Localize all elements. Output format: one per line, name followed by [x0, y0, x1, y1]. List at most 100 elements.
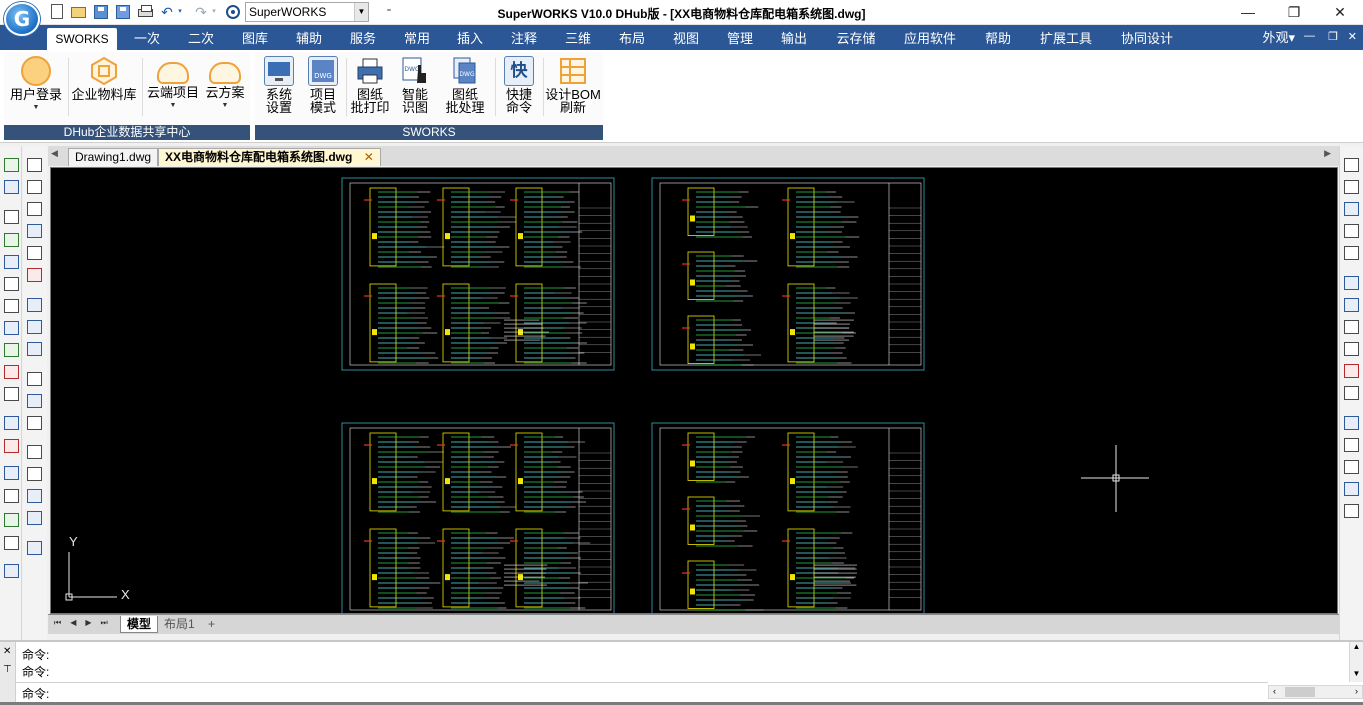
system-settings-button[interactable]: 系统 设置 [259, 56, 299, 114]
tool-icon[interactable] [4, 536, 19, 550]
tab-guanli[interactable]: 管理 [719, 28, 761, 50]
add-layout-button[interactable]: + [202, 616, 221, 633]
close-button[interactable]: ✕ [1317, 0, 1363, 25]
layout-tab-model[interactable]: 模型 [120, 616, 159, 633]
tool-icon[interactable] [4, 439, 19, 453]
chevron-down-icon[interactable]: ▼ [1350, 669, 1363, 678]
ribbon-close-icon[interactable]: ✕ [1348, 30, 1357, 43]
pin-icon[interactable]: ⊤ [3, 664, 12, 675]
doc-tab-drawing1[interactable]: Drawing1.dwg [68, 148, 159, 166]
tab-app-software[interactable]: 应用软件 [898, 28, 962, 50]
open-folder-icon[interactable] [69, 3, 87, 21]
user-login-button[interactable]: 用户登录 ▼ [6, 56, 66, 114]
batch-process-button[interactable]: DWG 图纸 批处理 [439, 56, 491, 114]
redo-icon[interactable]: ↷ [192, 3, 210, 21]
print-icon[interactable] [136, 3, 154, 21]
tab-extension-tools[interactable]: 扩展工具 [1034, 28, 1098, 50]
tool-icon[interactable] [27, 298, 42, 312]
tab-shitu[interactable]: 视图 [665, 28, 707, 50]
tool-icon[interactable] [27, 467, 42, 481]
tool-icon[interactable] [27, 180, 42, 194]
tool-icon[interactable] [1344, 504, 1359, 518]
ribbon-restore-icon[interactable]: ❐ [1328, 30, 1338, 43]
tool-icon[interactable] [27, 511, 42, 525]
tab-changyong[interactable]: 常用 [396, 28, 438, 50]
tab-cloud-storage[interactable]: 云存储 [830, 28, 882, 50]
tool-icon[interactable] [4, 299, 19, 313]
tab-fuwu[interactable]: 服务 [342, 28, 384, 50]
tool-icon[interactable] [1344, 482, 1359, 496]
quick-command-button[interactable]: 快 快捷 命令 [499, 56, 539, 114]
tool-icon[interactable] [27, 416, 42, 430]
tool-icon[interactable] [1344, 276, 1359, 290]
batch-print-button[interactable]: 图纸 批打印 [349, 56, 391, 114]
tab-fuzhu[interactable]: 辅助 [288, 28, 330, 50]
new-file-icon[interactable] [48, 3, 66, 21]
tab-collaborative-design[interactable]: 协同设计 [1115, 28, 1179, 50]
appearance-menu[interactable]: 外观▾ [1262, 28, 1295, 48]
tool-icon[interactable] [4, 321, 19, 335]
tool-icon[interactable] [1344, 364, 1359, 378]
tool-icon[interactable] [4, 466, 19, 480]
chevron-left-icon[interactable]: ‹ [1273, 686, 1276, 696]
command-hscroll[interactable]: ‹ › [1268, 685, 1363, 699]
tool-icon[interactable] [27, 268, 42, 282]
redo-dropdown-icon[interactable]: ▾ [209, 3, 219, 21]
tab-erci[interactable]: 二次 [180, 28, 222, 50]
tool-icon[interactable] [1344, 460, 1359, 474]
workspace-icon[interactable] [224, 3, 242, 21]
tool-icon[interactable] [27, 246, 42, 260]
tool-icon[interactable] [4, 416, 19, 430]
doc-tab-active[interactable]: XX电商物料仓库配电箱系统图.dwg ✕ [158, 148, 381, 166]
app-logo[interactable]: G [4, 2, 40, 36]
tab-scroll-left-icon[interactable]: ◀ [51, 148, 58, 159]
tab-sanwei[interactable]: 三维 [557, 28, 599, 50]
tab-shuchu[interactable]: 输出 [773, 28, 815, 50]
tab-sworks[interactable]: SWORKS [47, 28, 117, 50]
tool-icon[interactable] [4, 255, 19, 269]
tool-icon[interactable] [1344, 180, 1359, 194]
tab-buju[interactable]: 布局 [611, 28, 653, 50]
design-bom-refresh-button[interactable]: 设计BOM 刷新 [545, 56, 601, 114]
cloud-scheme-button[interactable]: 云方案 ▼ [202, 56, 248, 112]
smart-recognize-button[interactable]: DWG 智能 识图 [395, 56, 435, 114]
tool-icon[interactable] [27, 342, 42, 356]
drawing-canvas[interactable]: XY [50, 167, 1338, 614]
maximize-button[interactable]: ❐ [1271, 0, 1317, 25]
tool-icon[interactable] [27, 445, 42, 459]
tool-icon[interactable] [27, 489, 42, 503]
tool-icon[interactable] [4, 513, 19, 527]
tool-icon[interactable] [27, 158, 42, 172]
command-input[interactable]: 命令: [16, 682, 1268, 702]
tool-icon[interactable] [27, 202, 42, 216]
tool-icon[interactable] [1344, 298, 1359, 312]
tab-scroll-right-icon[interactable]: ▶ [1324, 148, 1331, 159]
command-vscroll[interactable]: ▲ ▼ [1349, 642, 1363, 682]
tool-icon[interactable] [4, 489, 19, 503]
tool-icon[interactable] [1344, 158, 1359, 172]
tool-icon[interactable] [1344, 416, 1359, 430]
tool-icon[interactable] [1344, 438, 1359, 452]
ribbon-minimize-icon[interactable]: — [1304, 30, 1315, 42]
tool-icon[interactable] [4, 180, 19, 194]
scroll-thumb[interactable] [1285, 687, 1315, 697]
tool-icon[interactable] [4, 365, 19, 379]
tab-charu[interactable]: 插入 [449, 28, 491, 50]
tab-tuku[interactable]: 图库 [234, 28, 276, 50]
cloud-project-button[interactable]: 云端项目 ▼ [144, 56, 202, 112]
tool-icon[interactable] [4, 210, 19, 224]
tool-icon[interactable] [27, 541, 42, 555]
customize-toolbar-icon[interactable]: ⁼ [380, 3, 398, 21]
minimize-button[interactable]: — [1225, 0, 1271, 25]
layout-nav-icons[interactable]: ⏮◀▶⏭ [54, 618, 117, 628]
tool-icon[interactable] [27, 394, 42, 408]
tool-icon[interactable] [4, 387, 19, 401]
tool-icon[interactable] [1344, 246, 1359, 260]
undo-dropdown-icon[interactable]: ▾ [175, 3, 185, 21]
tool-icon[interactable] [1344, 320, 1359, 334]
tool-icon[interactable] [4, 343, 19, 357]
save-as-icon[interactable] [114, 3, 132, 21]
tool-icon[interactable] [4, 158, 19, 172]
workspace-select[interactable]: SuperWORKS ▼ [245, 2, 369, 22]
tab-yici[interactable]: 一次 [126, 28, 168, 50]
